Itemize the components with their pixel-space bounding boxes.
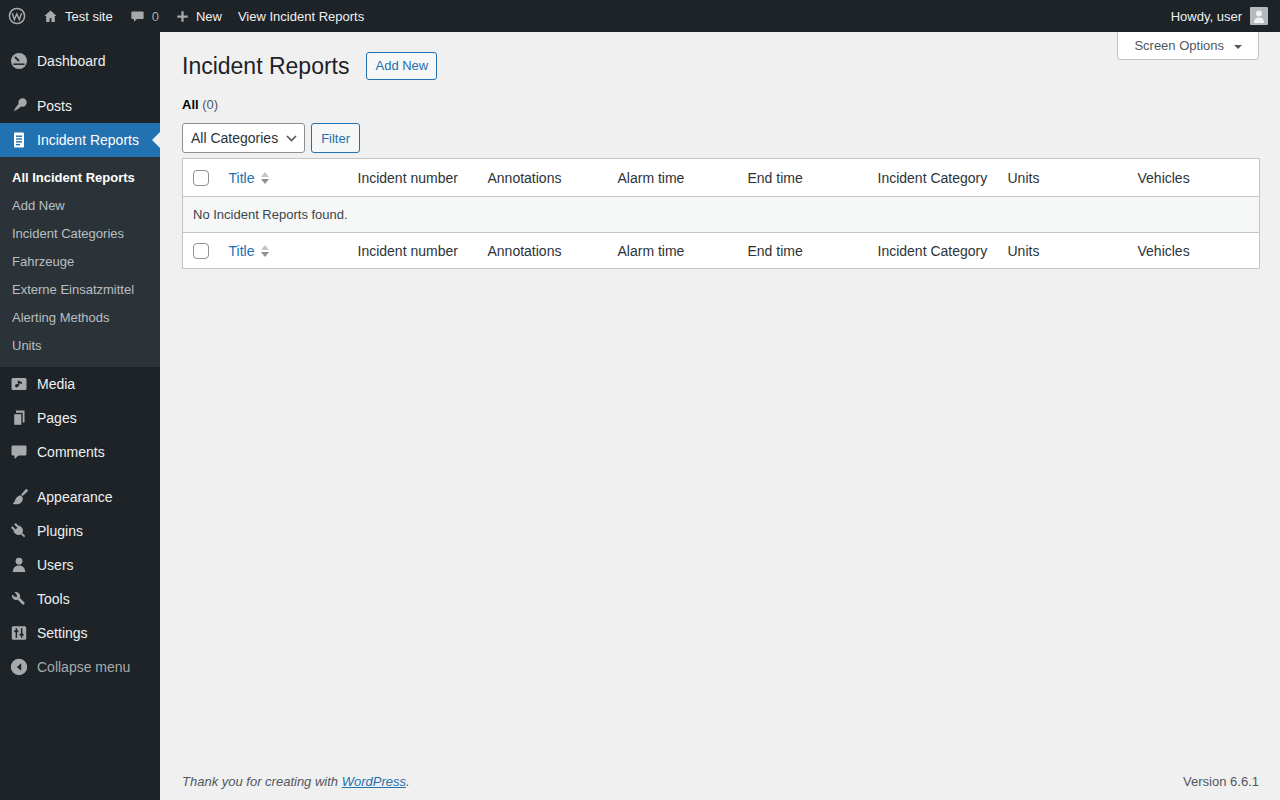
column-units: Units xyxy=(998,159,1128,197)
incident-reports-table: Title Incident number Annotations Alarm … xyxy=(182,158,1260,269)
column-incident-number: Incident number xyxy=(348,159,478,197)
sort-by-title-link[interactable]: Title xyxy=(229,168,270,188)
column-end-time: End time xyxy=(738,233,868,269)
sidebar-item-tools[interactable]: Tools xyxy=(0,582,160,616)
settings-icon xyxy=(9,623,29,643)
sidebar-item-dashboard[interactable]: Dashboard xyxy=(0,44,160,78)
menu-separator xyxy=(0,78,160,89)
user-icon xyxy=(9,555,29,575)
sidebar-item-settings[interactable]: Settings xyxy=(0,616,160,650)
pages-icon xyxy=(9,408,29,428)
sort-indicator-icon xyxy=(261,168,269,188)
column-title: Title xyxy=(219,233,348,269)
empty-message: No Incident Reports found. xyxy=(183,197,1260,233)
table-header-row: Title Incident number Annotations Alarm … xyxy=(183,159,1260,197)
paintbrush-icon xyxy=(9,487,29,507)
submenu-units[interactable]: Units xyxy=(0,332,160,360)
wordpress-logo-icon xyxy=(7,6,27,26)
column-alarm-time: Alarm time xyxy=(608,159,738,197)
filter-button[interactable]: Filter xyxy=(311,123,360,153)
howdy-label: Howdy, user xyxy=(1171,9,1242,24)
admin-footer: Thank you for creating with WordPress. V… xyxy=(182,774,1259,789)
comments-count: 0 xyxy=(152,9,159,24)
sidebar-item-appearance[interactable]: Appearance xyxy=(0,480,160,514)
sidebar-item-posts[interactable]: Posts xyxy=(0,89,160,123)
add-new-button[interactable]: Add New xyxy=(366,52,437,80)
sidebar-item-media[interactable]: Media xyxy=(0,367,160,401)
avatar xyxy=(1250,7,1268,25)
admin-bar: Test site 0 New View Incident Reports Ho… xyxy=(0,0,1280,32)
column-end-time: End time xyxy=(738,159,868,197)
select-all-checkbox[interactable] xyxy=(193,170,209,186)
column-vehicles: Vehicles xyxy=(1128,159,1260,197)
content-area: Screen Options Incident Reports Add New … xyxy=(160,0,1280,800)
column-incident-number: Incident number xyxy=(348,233,478,269)
collapse-menu-button[interactable]: Collapse menu xyxy=(0,650,160,684)
table-nav: All Categories Filter xyxy=(182,123,1259,153)
empty-row: No Incident Reports found. xyxy=(183,197,1260,233)
site-name: Test site xyxy=(65,9,113,24)
dashboard-icon xyxy=(9,51,29,71)
collapse-arrow-icon xyxy=(9,657,29,677)
plugin-icon xyxy=(9,521,29,541)
column-alarm-time: Alarm time xyxy=(608,233,738,269)
screen-options-button[interactable]: Screen Options xyxy=(1117,32,1259,60)
comments-icon xyxy=(9,442,29,462)
views-filter: All (0) xyxy=(182,97,1259,112)
sort-indicator-icon xyxy=(261,241,269,261)
footer-version: Version 6.6.1 xyxy=(1183,774,1259,789)
media-icon xyxy=(9,374,29,394)
plus-icon xyxy=(175,9,190,24)
submenu-all-incident-reports[interactable]: All Incident Reports xyxy=(0,164,160,192)
column-incident-category: Incident Category xyxy=(868,159,998,197)
comment-bubble-icon xyxy=(129,8,146,25)
home-icon xyxy=(42,8,59,25)
chevron-down-icon xyxy=(286,135,297,142)
admin-bar-right: Howdy, user xyxy=(1163,0,1280,32)
view-all-link[interactable]: All xyxy=(182,97,199,112)
submenu-externe-einsatzmittel[interactable]: Externe Einsatzmittel xyxy=(0,276,160,304)
new-menu[interactable]: New xyxy=(167,0,230,32)
footer-thankyou: Thank you for creating with WordPress. xyxy=(182,774,410,789)
sidebar-item-pages[interactable]: Pages xyxy=(0,401,160,435)
menu-separator xyxy=(0,469,160,480)
submenu-fahrzeuge[interactable]: Fahrzeuge xyxy=(0,248,160,276)
user-silhouette-icon xyxy=(1251,8,1267,24)
my-account-menu[interactable]: Howdy, user xyxy=(1163,0,1276,32)
column-incident-category: Incident Category xyxy=(868,233,998,269)
submenu-incident-categories[interactable]: Incident Categories xyxy=(0,220,160,248)
wordpress-logo-menu[interactable] xyxy=(0,0,34,32)
comments-menu[interactable]: 0 xyxy=(121,0,167,32)
category-filter-select[interactable]: All Categories xyxy=(182,123,305,153)
admin-bar-left: Test site 0 New View Incident Reports xyxy=(0,0,372,32)
wordpress-link[interactable]: WordPress xyxy=(342,774,406,789)
sidebar-item-comments[interactable]: Comments xyxy=(0,435,160,469)
view-incident-reports-link[interactable]: View Incident Reports xyxy=(230,0,372,32)
table-footer-row: Title Incident number Annotations Alarm … xyxy=(183,233,1260,269)
document-icon xyxy=(9,130,29,150)
submenu-add-new[interactable]: Add New xyxy=(0,192,160,220)
incident-reports-submenu: All Incident Reports Add New Incident Ca… xyxy=(0,157,160,367)
chevron-down-icon xyxy=(1234,45,1242,53)
page-title: Incident Reports xyxy=(182,51,349,81)
column-vehicles: Vehicles xyxy=(1128,233,1260,269)
admin-sidebar: Dashboard Posts Incident Reports xyxy=(0,32,160,800)
sidebar-item-incident-reports[interactable]: Incident Reports xyxy=(0,123,160,157)
column-annotations: Annotations xyxy=(478,233,608,269)
view-all-count: (0) xyxy=(202,97,218,112)
sidebar-item-users[interactable]: Users xyxy=(0,548,160,582)
sort-by-title-link[interactable]: Title xyxy=(229,241,270,261)
site-menu[interactable]: Test site xyxy=(34,0,121,32)
pushpin-icon xyxy=(9,96,29,116)
select-all-checkbox-bottom[interactable] xyxy=(193,243,209,259)
submenu-alerting-methods[interactable]: Alerting Methods xyxy=(0,304,160,332)
column-annotations: Annotations xyxy=(478,159,608,197)
new-label: New xyxy=(196,9,222,24)
column-title: Title xyxy=(219,159,348,197)
sidebar-item-plugins[interactable]: Plugins xyxy=(0,514,160,548)
wrench-icon xyxy=(9,589,29,609)
column-units: Units xyxy=(998,233,1128,269)
